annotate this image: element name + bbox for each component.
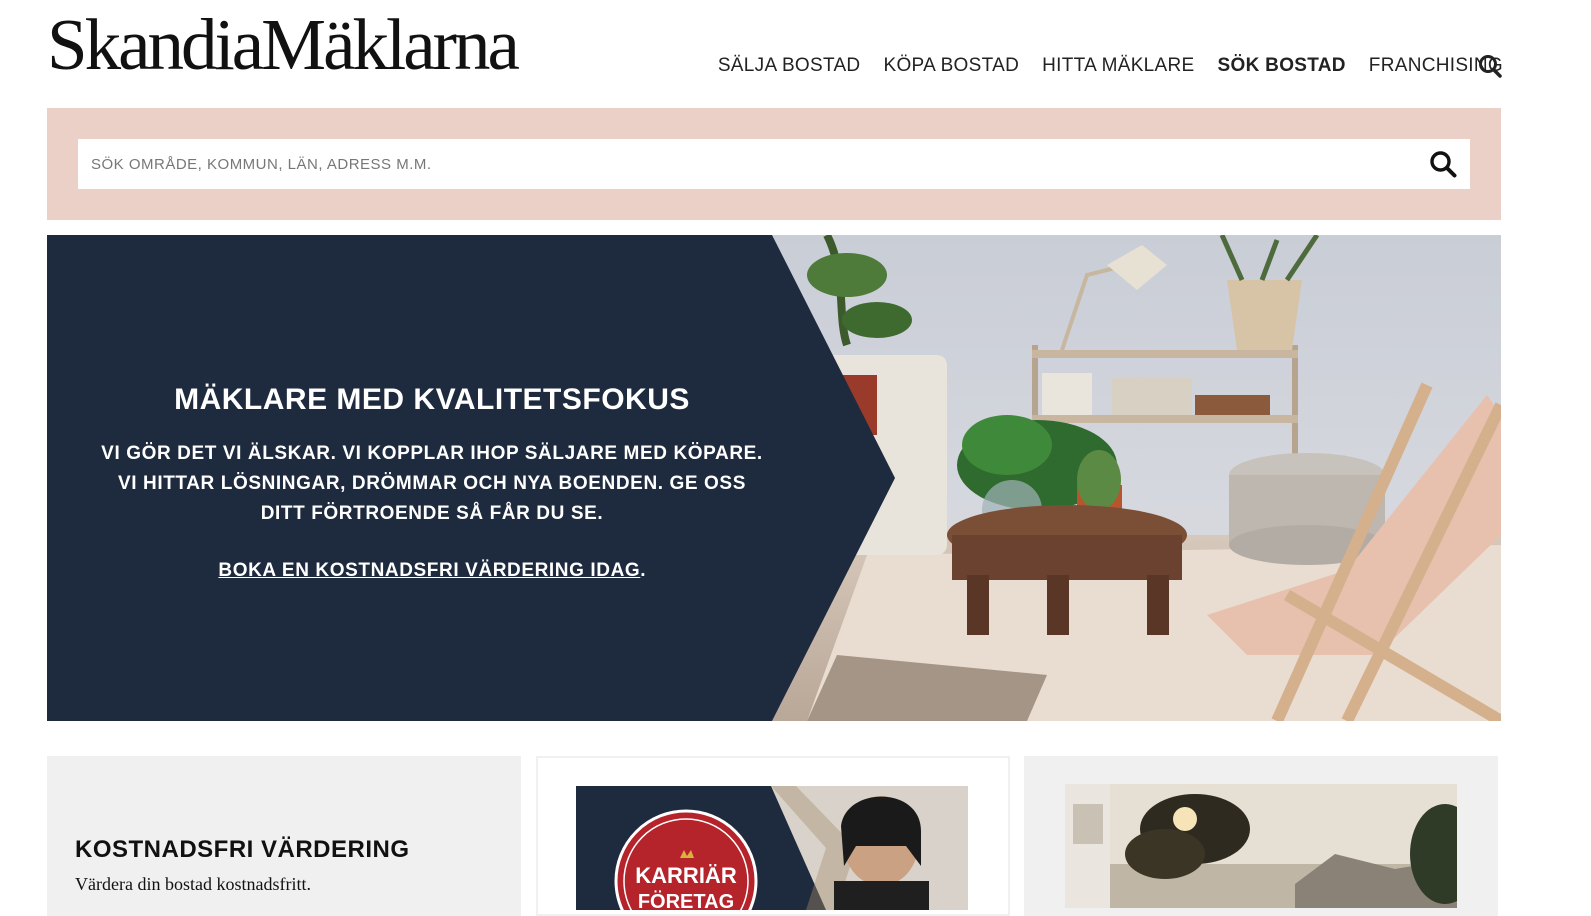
search-submit-icon[interactable]: [1428, 149, 1458, 179]
hero-title: MÄKLARE MED KVALITETSFOKUS: [174, 383, 690, 416]
brand-logo[interactable]: SkandiaMäklarna: [47, 8, 520, 81]
card-free-valuation[interactable]: KOSTNADSFRI VÄRDERING Värdera din bostad…: [47, 756, 521, 916]
hero-body: VI GÖR DET VI ÄLSKAR. VI KOPPLAR IHOP SÄ…: [87, 439, 777, 529]
main-nav: SÄLJA BOSTAD KÖPA BOSTAD HITTA MÄKLARE S…: [718, 55, 1503, 77]
card-career[interactable]: KARRIÄR FÖRETAG: [536, 756, 1010, 916]
nav-sok-bostad[interactable]: SÖK BOSTAD: [1218, 55, 1346, 77]
hero-link-suffix: .: [640, 560, 646, 581]
book-valuation-link[interactable]: BOKA EN KOSTNADSFRI VÄRDERING IDAG: [218, 560, 640, 582]
seaside-image: [1065, 784, 1457, 908]
hero-text: MÄKLARE MED KVALITETSFOKUS VI GÖR DET VI…: [87, 383, 777, 582]
search-band: [47, 108, 1501, 220]
search-input[interactable]: [78, 139, 1404, 189]
career-image: KARRIÄR FÖRETAG: [576, 786, 968, 910]
badge-line-1: KARRIÄR: [635, 863, 737, 888]
card-seaside-home[interactable]: [1024, 756, 1498, 916]
badge-line-2: FÖRETAG: [638, 890, 734, 910]
search-icon[interactable]: [1477, 53, 1503, 79]
hero-line-3: DITT FÖRTROENDE SÅ FÅR DU SE.: [260, 503, 604, 524]
hero-line-2: VI HITTAR LÖSNINGAR, DRÖMMAR OCH NYA BOE…: [118, 473, 746, 494]
nav-kopa-bostad[interactable]: KÖPA BOSTAD: [883, 55, 1019, 77]
card-title: KOSTNADSFRI VÄRDERING: [75, 836, 410, 863]
card-text: Värdera din bostad kostnadsfritt.: [75, 874, 311, 894]
hero-line-1: VI GÖR DET VI ÄLSKAR. VI KOPPLAR IHOP SÄ…: [101, 443, 763, 464]
nav-salja-bostad[interactable]: SÄLJA BOSTAD: [718, 55, 861, 77]
search-box: [78, 139, 1470, 189]
nav-hitta-maklare[interactable]: HITTA MÄKLARE: [1042, 55, 1194, 77]
hero-banner: MÄKLARE MED KVALITETSFOKUS VI GÖR DET VI…: [47, 235, 1501, 721]
